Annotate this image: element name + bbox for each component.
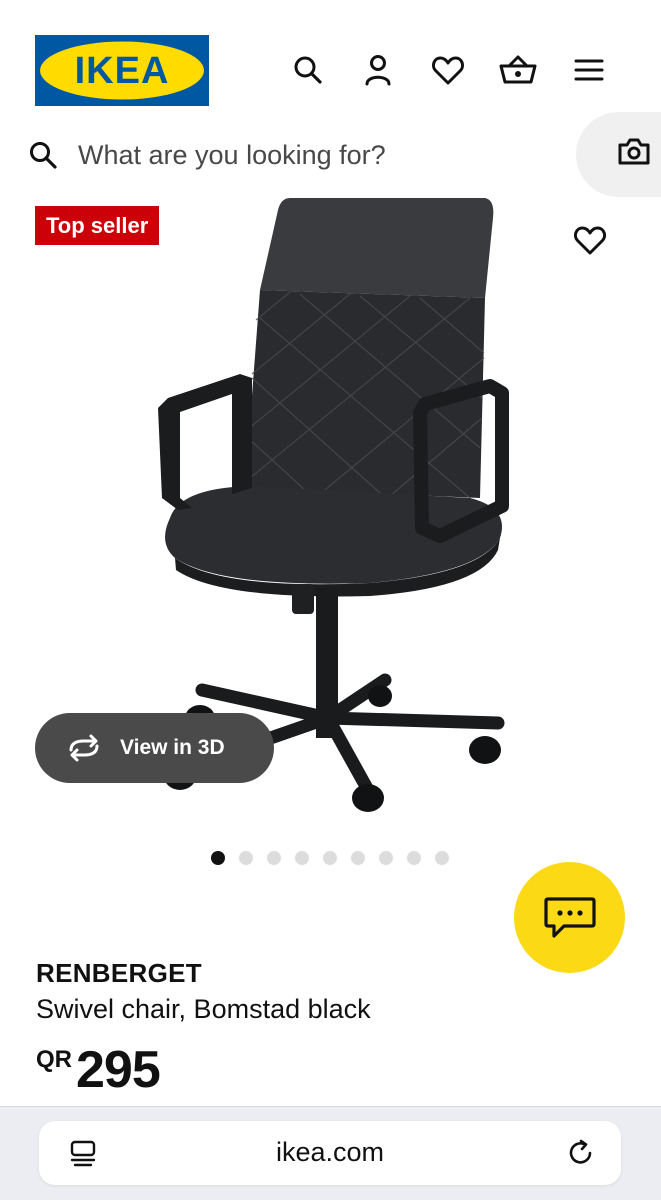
user-icon[interactable] (358, 50, 398, 90)
visual-search-button[interactable] (576, 112, 661, 197)
search-icon (28, 140, 58, 175)
rotate-icon (65, 733, 103, 768)
view-in-3d-button[interactable]: View in 3D (35, 713, 274, 783)
price-currency: QR (36, 1046, 72, 1073)
add-to-favourites-button[interactable] (570, 220, 610, 260)
price-value: 295 (76, 1041, 161, 1099)
pagination-dot[interactable] (239, 851, 253, 865)
heart-icon[interactable] (428, 50, 468, 90)
pagination-dot[interactable] (267, 851, 281, 865)
search-icon[interactable] (288, 50, 328, 90)
pagination-dot[interactable] (351, 851, 365, 865)
top-seller-badge: Top seller (35, 206, 160, 245)
svg-text:IKEA: IKEA (75, 50, 170, 92)
pagination-dot[interactable] (379, 851, 393, 865)
view-in-3d-label: View in 3D (120, 736, 225, 759)
site-header: IKEA (0, 0, 661, 112)
url-text: ikea.com (275, 1137, 385, 1167)
product-media: Top seller View in 3D (0, 198, 661, 838)
pagination-dot[interactable] (295, 851, 309, 865)
reload-icon[interactable] (566, 1138, 596, 1173)
heart-icon (573, 226, 607, 255)
chat-button[interactable] (514, 862, 625, 973)
pagination-dot[interactable] (407, 851, 421, 865)
search-input[interactable] (78, 134, 548, 176)
product-description: Swivel chair, Bomstad black (36, 994, 371, 1024)
ikea-logo[interactable]: IKEA (35, 35, 209, 106)
pagination-dot[interactable] (435, 851, 449, 865)
product-name[interactable]: RENBERGET (36, 958, 202, 989)
pagination-dot[interactable] (211, 851, 225, 865)
camera-icon (618, 138, 650, 165)
menu-icon[interactable] (569, 50, 609, 90)
search-bar (0, 112, 661, 198)
chat-bubble-icon (543, 896, 596, 938)
browser-toolbar: ikea.com (0, 1106, 661, 1200)
pagination-dot[interactable] (323, 851, 337, 865)
basket-icon[interactable] (498, 50, 538, 90)
address-bar[interactable]: ikea.com (39, 1121, 621, 1185)
